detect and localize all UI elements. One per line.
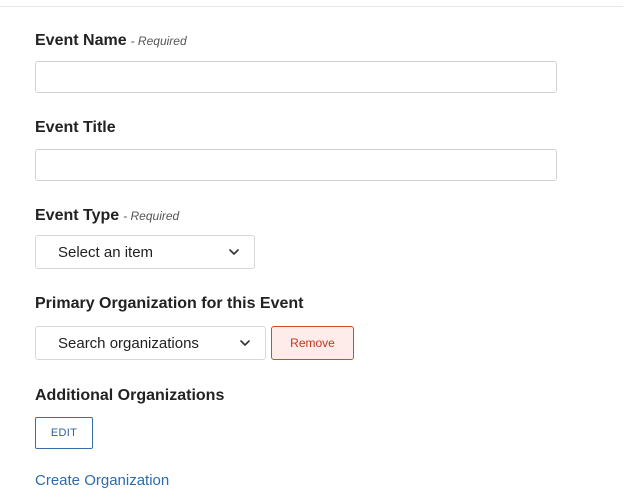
event-name-required-note: - Required (130, 34, 187, 48)
event-type-selected-value: Select an item (58, 243, 154, 261)
chevron-down-icon (240, 340, 250, 346)
event-type-select[interactable]: Select an item (35, 235, 255, 269)
event-name-label-text: Event Name (35, 32, 127, 49)
event-title-label: Event Title (35, 118, 116, 138)
event-type-label: Event Type - Required (35, 206, 179, 226)
event-title-label-text: Event Title (35, 119, 116, 136)
event-name-label: Event Name - Required (35, 31, 187, 51)
event-form-page: Event Name - Required Event Title Event T… (0, 0, 643, 500)
primary-org-label: Primary Organization for this Event (35, 294, 304, 314)
additional-orgs-label: Additional Organizations (35, 386, 224, 406)
top-divider (0, 6, 623, 7)
create-organization-link[interactable]: Create Organization (35, 472, 169, 489)
remove-org-button[interactable]: Remove (271, 326, 354, 360)
additional-orgs-label-text: Additional Organizations (35, 387, 225, 404)
event-title-input[interactable] (35, 149, 557, 181)
event-type-label-text: Event Type (35, 207, 120, 224)
edit-additional-orgs-button[interactable]: EDIT (35, 417, 93, 449)
event-type-required-note: - Required (123, 209, 180, 223)
primary-org-select[interactable]: Search organizations (35, 326, 266, 360)
primary-org-selected-value: Search organizations (58, 334, 199, 352)
primary-org-label-text: Primary Organization for this Event (35, 295, 304, 312)
event-name-input[interactable] (35, 61, 557, 93)
chevron-down-icon (229, 249, 239, 255)
